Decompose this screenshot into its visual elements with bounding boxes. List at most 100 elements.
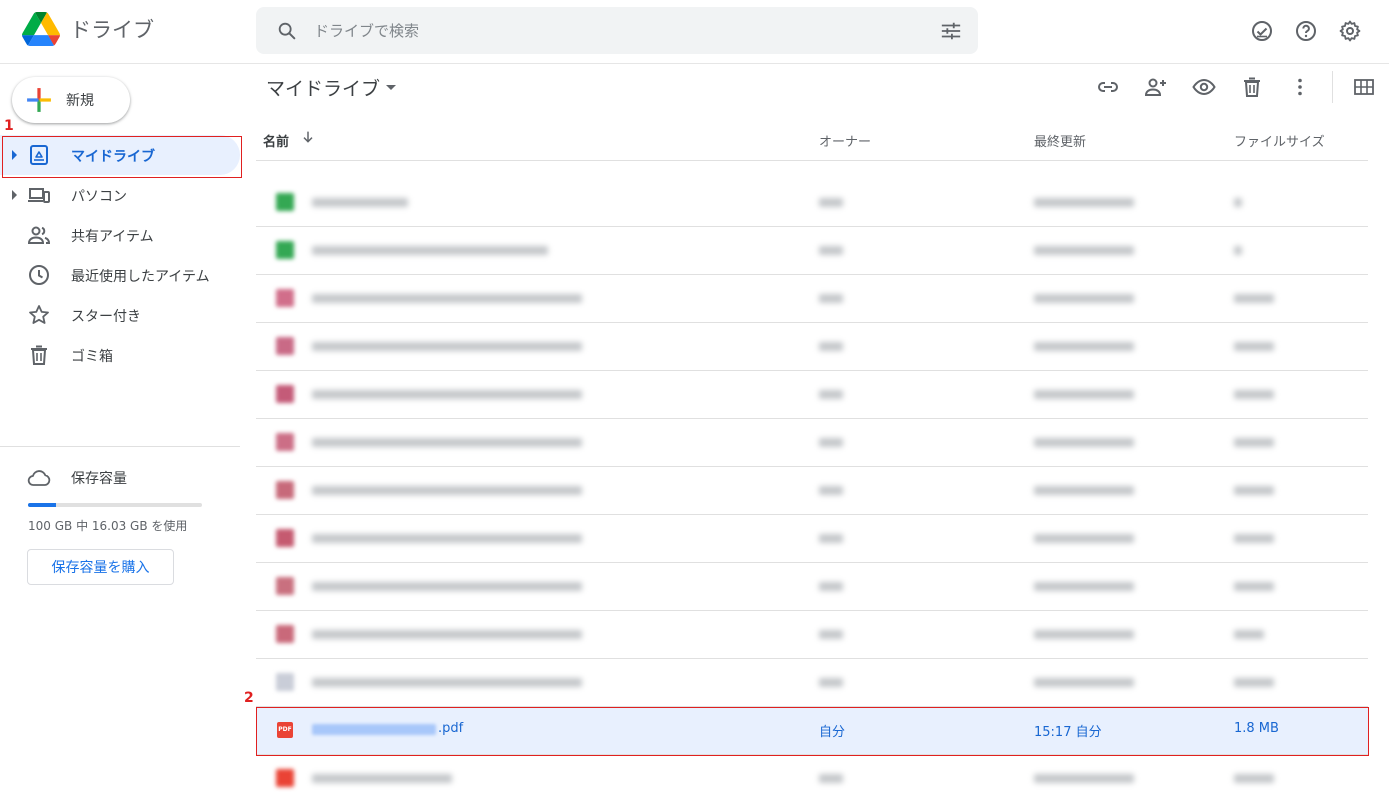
column-owner[interactable]: オーナー	[819, 131, 871, 150]
owner-redacted	[819, 342, 843, 351]
file-row[interactable]	[256, 611, 1368, 659]
sidebar-item-label: 共有アイテム	[71, 229, 154, 245]
sidebar-divider	[0, 446, 240, 447]
file-row[interactable]	[256, 179, 1368, 227]
file-name-redacted	[312, 582, 582, 591]
modified-redacted	[1034, 198, 1134, 207]
highlight-box-selected-file	[256, 707, 1369, 756]
modified-redacted	[1034, 390, 1134, 399]
size-redacted	[1234, 198, 1242, 207]
file-type-icon	[276, 241, 294, 259]
search-options-icon[interactable]	[940, 20, 962, 42]
owner-redacted	[819, 534, 843, 543]
file-type-icon	[276, 433, 294, 451]
file-row[interactable]	[256, 467, 1368, 515]
owner-redacted	[819, 294, 843, 303]
file-name-redacted	[312, 486, 582, 495]
sidebar-item-starred[interactable]: スター付き	[0, 295, 240, 335]
column-size[interactable]: ファイルサイズ	[1234, 131, 1325, 150]
file-row[interactable]	[256, 755, 1368, 802]
modified-redacted	[1034, 534, 1134, 543]
size-redacted	[1234, 342, 1274, 351]
file-row[interactable]	[256, 323, 1368, 371]
column-modified[interactable]: 最終更新	[1034, 131, 1086, 150]
size-redacted	[1234, 438, 1274, 447]
page-title[interactable]: マイドライブ	[266, 74, 380, 101]
file-type-icon	[276, 769, 294, 787]
file-row[interactable]	[256, 419, 1368, 467]
drive-logo[interactable]: ドライブ	[22, 12, 154, 46]
ready-offline-icon[interactable]	[1250, 19, 1274, 43]
size-redacted	[1234, 534, 1274, 543]
file-name-redacted	[312, 774, 452, 783]
sidebar-item-label: 最近使用したアイテム	[71, 269, 210, 285]
storage-usage-text: 100 GB 中 16.03 GB を使用	[28, 519, 188, 533]
file-type-icon	[276, 385, 294, 403]
plus-icon	[27, 88, 51, 112]
settings-gear-icon[interactable]	[1338, 19, 1362, 43]
link-icon[interactable]	[1096, 75, 1120, 99]
chevron-down-icon[interactable]	[386, 85, 396, 90]
app-title: ドライブ	[70, 18, 154, 42]
file-row[interactable]	[256, 659, 1368, 707]
size-redacted	[1234, 678, 1274, 687]
search-icon[interactable]	[276, 20, 298, 42]
modified-redacted	[1034, 246, 1134, 255]
annotation-number-2: 2	[244, 690, 254, 706]
clock-icon	[29, 265, 49, 285]
column-name[interactable]: 名前	[263, 131, 289, 150]
file-type-icon	[276, 625, 294, 643]
search-box[interactable]	[256, 7, 978, 54]
annotation-number-1: 1	[4, 118, 14, 134]
toolbar-divider	[1332, 71, 1333, 103]
size-redacted	[1234, 582, 1274, 591]
size-redacted	[1234, 294, 1274, 303]
modified-redacted	[1034, 294, 1134, 303]
size-redacted	[1234, 486, 1274, 495]
sidebar-item-shared[interactable]: 共有アイテム	[0, 215, 240, 255]
file-row[interactable]	[256, 563, 1368, 611]
file-type-icon	[276, 481, 294, 499]
owner-redacted	[819, 198, 843, 207]
trash-icon	[31, 345, 47, 365]
new-button[interactable]: 新規	[12, 77, 130, 123]
modified-redacted	[1034, 630, 1134, 639]
file-type-icon	[276, 529, 294, 547]
file-name-redacted	[312, 198, 408, 207]
file-type-icon	[276, 193, 294, 211]
sidebar-item-label: ゴミ箱	[71, 349, 113, 365]
search-input[interactable]	[312, 19, 916, 43]
modified-redacted	[1034, 342, 1134, 351]
buy-storage-button[interactable]: 保存容量を購入	[27, 549, 174, 585]
owner-redacted	[819, 246, 843, 255]
file-type-icon	[276, 289, 294, 307]
size-redacted	[1234, 774, 1274, 783]
file-type-icon	[276, 673, 294, 691]
size-redacted	[1234, 630, 1264, 639]
sidebar-item-recent[interactable]: 最近使用したアイテム	[0, 255, 240, 295]
sort-arrow-down-icon[interactable]	[300, 129, 316, 145]
sidebar-item-trash[interactable]: ゴミ箱	[0, 335, 240, 375]
delete-trash-icon[interactable]	[1240, 75, 1264, 99]
expand-arrow-icon[interactable]	[12, 190, 17, 200]
sidebar-item-storage[interactable]: 保存容量	[0, 466, 240, 488]
column-header-row: 名前 オーナー 最終更新 ファイルサイズ	[256, 109, 1368, 161]
computers-icon	[28, 188, 50, 203]
main-content: マイドライブ 名前 オーナー 最終更新 ファイルサイズ PDF .pdf 自分 …	[240, 63, 1389, 800]
add-person-icon[interactable]	[1144, 75, 1168, 99]
file-row[interactable]	[256, 227, 1368, 275]
new-button-label: 新規	[66, 93, 94, 109]
file-name-redacted	[312, 438, 582, 447]
file-row[interactable]	[256, 275, 1368, 323]
more-vert-icon[interactable]	[1288, 75, 1312, 99]
grid-view-icon[interactable]	[1352, 75, 1376, 99]
owner-redacted	[819, 678, 843, 687]
help-icon[interactable]	[1294, 19, 1318, 43]
file-name-redacted	[312, 294, 582, 303]
file-row[interactable]	[256, 515, 1368, 563]
file-name-redacted	[312, 342, 582, 351]
preview-eye-icon[interactable]	[1192, 75, 1216, 99]
file-row[interactable]	[256, 371, 1368, 419]
drive-logo-icon	[22, 12, 60, 46]
sidebar-item-computers[interactable]: パソコン	[0, 175, 240, 215]
